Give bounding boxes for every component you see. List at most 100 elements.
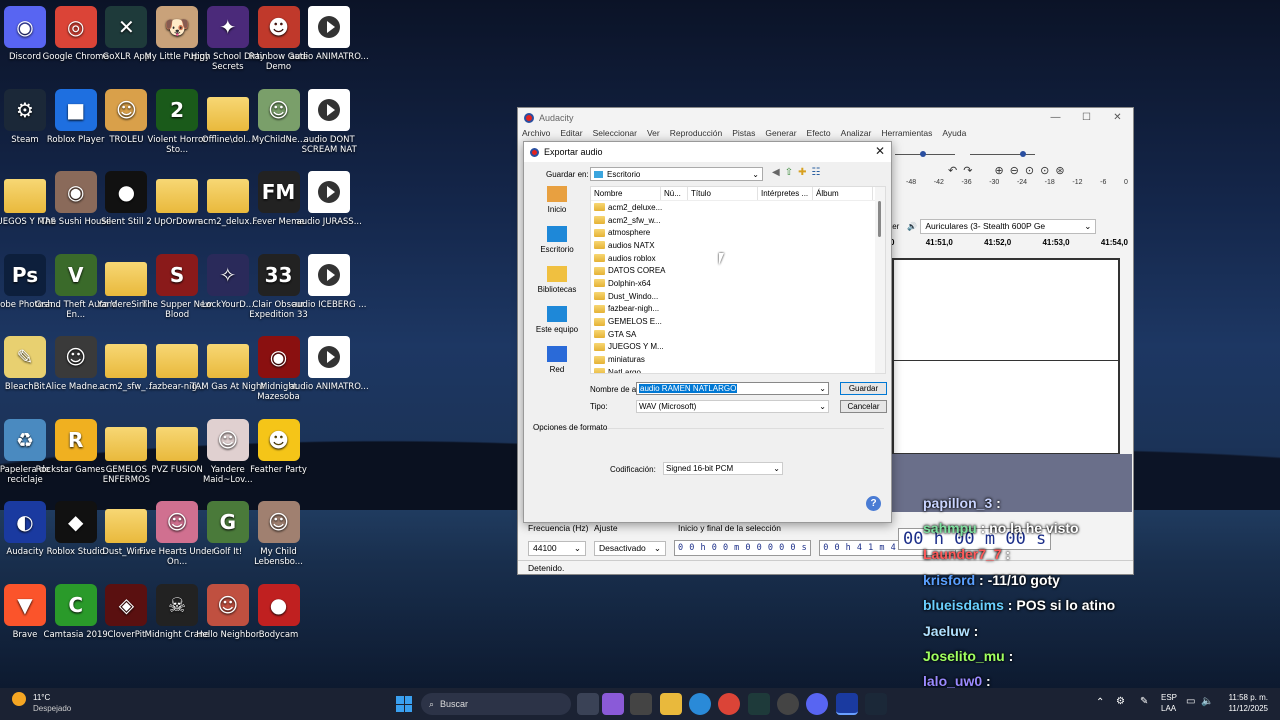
timeline-ruler[interactable]: 0 41:51,0 41:52,0 41:53,0 41:54,0: [890, 238, 1132, 250]
file-list-item[interactable]: NatLargo: [594, 366, 885, 373]
desktop-icon[interactable]: ☻ Feather Party: [238, 418, 320, 475]
cancel-button[interactable]: Cancelar: [840, 400, 887, 413]
encoding-value: Signed 16-bit PCM: [666, 464, 734, 473]
file-list-item[interactable]: audios roblox: [594, 252, 885, 265]
clock-date[interactable]: 11/12/2025: [1229, 704, 1268, 713]
speaker-icon[interactable]: 🔈: [1201, 696, 1213, 707]
tray-ime-icon[interactable]: ✎: [1140, 696, 1148, 707]
location-select[interactable]: Escritorio ⌄: [590, 167, 763, 181]
column-header[interactable]: Nombre: [591, 187, 661, 200]
file-list-item[interactable]: Dust_Windo...: [594, 290, 885, 303]
audacity-taskbar-icon[interactable]: [836, 693, 858, 715]
widgets-icon[interactable]: [630, 693, 652, 715]
menu-item[interactable]: Pistas: [732, 128, 755, 142]
zoom-out-icon[interactable]: ⊖: [1010, 164, 1019, 177]
fit-selection-icon[interactable]: ⊙: [1025, 164, 1034, 177]
language-code[interactable]: ESP: [1161, 693, 1177, 702]
zoom-in-icon[interactable]: ⊕: [994, 164, 1003, 177]
new-folder-icon[interactable]: ✚: [798, 167, 806, 178]
back-icon[interactable]: ◀: [772, 167, 780, 178]
discord-icon[interactable]: [806, 693, 828, 715]
scrollbar[interactable]: [875, 187, 885, 373]
goxlr-icon[interactable]: [748, 693, 770, 715]
column-header[interactable]: Álbum: [813, 187, 873, 200]
audio-track[interactable]: [892, 258, 1120, 455]
output-device-select[interactable]: Auriculares (3- Stealth 600P Ge ⌄: [920, 218, 1097, 234]
menu-item[interactable]: Ver: [647, 128, 660, 142]
file-list-item[interactable]: acm2_deluxe...: [594, 201, 885, 214]
help-icon[interactable]: ?: [866, 496, 881, 511]
undo-icon[interactable]: ↶: [948, 164, 957, 177]
tray-app-icon[interactable]: ⚙: [1116, 696, 1125, 707]
menu-item[interactable]: Herramientas: [881, 128, 932, 142]
file-explorer-icon[interactable]: [660, 693, 682, 715]
desktop-icon[interactable]: ● Bodycam: [238, 583, 320, 640]
place-3[interactable]: Este equipo: [532, 306, 582, 346]
desktop-icon[interactable]: audio DONT SCREAM NAT: [288, 88, 370, 155]
zoom-toggle-icon[interactable]: ⊛: [1055, 164, 1064, 177]
desktop-folder-icon: [547, 226, 567, 242]
view-menu-icon[interactable]: ☷: [811, 167, 820, 178]
file-list-item[interactable]: audios NATX: [594, 239, 885, 252]
weather-temp[interactable]: 11°C: [33, 693, 50, 702]
file-list-item[interactable]: JUEGOS Y M...: [594, 341, 885, 354]
folder-icon: [594, 317, 605, 326]
windows-start-icon[interactable]: [396, 696, 412, 712]
close-icon[interactable]: ✕: [875, 144, 885, 158]
fit-project-icon[interactable]: ⊙: [1040, 164, 1049, 177]
file-list-item[interactable]: DATOS COREA: [594, 264, 885, 277]
file-list-item[interactable]: acm2_sfw_w...: [594, 214, 885, 227]
minimize-icon[interactable]: —: [1040, 108, 1071, 128]
desktop-icon[interactable]: audio ANIMATRO...: [288, 6, 370, 62]
column-header[interactable]: Intérpretes ...: [758, 187, 813, 200]
filename-input[interactable]: audio RAMEN NATLARGO ⌄: [636, 382, 829, 395]
menu-item[interactable]: Seleccionar: [593, 128, 637, 142]
close-icon[interactable]: ✕: [1102, 108, 1133, 128]
file-list-item[interactable]: atmosphere: [594, 226, 885, 239]
file-list-item[interactable]: miniaturas: [594, 353, 885, 366]
chrome-icon[interactable]: [718, 693, 740, 715]
column-header[interactable]: Nú...: [661, 187, 688, 200]
language-layout[interactable]: LAA: [1161, 704, 1176, 713]
rate-select[interactable]: 44100 ⌄: [528, 540, 586, 556]
file-list-item[interactable]: GEMELOS E...: [594, 315, 885, 328]
selection-start-time[interactable]: 0 0 h 0 0 m 0 0 0 0 0 s: [674, 540, 812, 556]
snap-select[interactable]: Desactivado ⌄: [594, 540, 666, 556]
menu-item[interactable]: Archivo: [522, 128, 550, 142]
desktop-icon[interactable]: audio ICEBERG ...: [288, 253, 370, 310]
display-icon[interactable]: ▭: [1186, 696, 1195, 707]
menu-item[interactable]: Analizar: [841, 128, 872, 142]
file-list[interactable]: Nombre Nú... Título Intérpretes ... Álbum ac…: [590, 186, 886, 374]
file-list-item[interactable]: fazbear-nigh...: [594, 303, 885, 316]
timeline-tick: 41:54,0: [1100, 238, 1128, 247]
menu-item[interactable]: Efecto: [807, 128, 831, 142]
place-1[interactable]: Escritorio: [532, 226, 582, 266]
desktop-icon[interactable]: ☺ My Child Lebensbo...: [238, 501, 320, 567]
place-0[interactable]: Inicio: [532, 186, 582, 226]
taskbar-search[interactable]: ⌕ Buscar: [421, 693, 571, 715]
place-4[interactable]: Red: [532, 346, 582, 386]
task-view-icon[interactable]: [577, 693, 599, 715]
file-list-item[interactable]: GTA SA: [594, 328, 885, 341]
obs-icon[interactable]: [777, 693, 799, 715]
copilot-icon[interactable]: [602, 693, 624, 715]
menu-item[interactable]: Ayuda: [942, 128, 966, 142]
type-select[interactable]: WAV (Microsoft) ⌄: [636, 400, 829, 413]
clock-time[interactable]: 11:58 p. m.: [1229, 693, 1268, 702]
menu-item[interactable]: Editar: [560, 128, 582, 142]
encoding-select[interactable]: Signed 16-bit PCM ⌄: [663, 462, 783, 475]
desktop-icon[interactable]: audio JURASS...: [288, 171, 370, 227]
column-header[interactable]: Título: [688, 187, 758, 200]
desktop-icon[interactable]: audio ANIMATRO...: [288, 336, 370, 392]
menu-item[interactable]: Reproducción: [670, 128, 722, 142]
maximize-icon[interactable]: ☐: [1071, 108, 1102, 128]
file-list-item[interactable]: Dolphin-x64: [594, 277, 885, 290]
redo-icon[interactable]: ↷: [963, 164, 972, 177]
tray-chevron-icon[interactable]: ⌃: [1096, 697, 1104, 708]
save-button[interactable]: Guardar: [840, 382, 887, 395]
up-folder-icon[interactable]: ⇧: [785, 167, 793, 178]
edge-icon[interactable]: [689, 693, 711, 715]
menu-item[interactable]: Generar: [765, 128, 796, 142]
place-2[interactable]: Bibliotecas: [532, 266, 582, 306]
steam-icon[interactable]: [865, 693, 887, 715]
